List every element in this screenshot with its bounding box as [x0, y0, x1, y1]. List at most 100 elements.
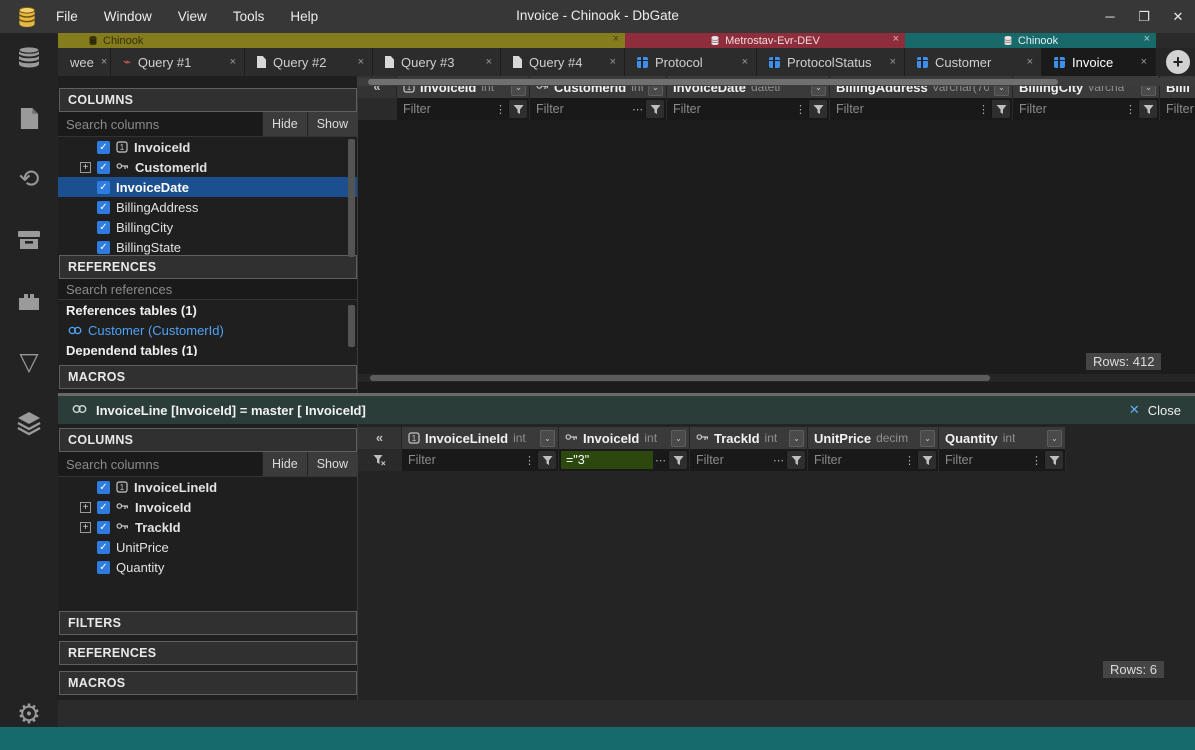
filter-menu-icon[interactable]: ⋮	[793, 103, 808, 116]
window-restore-button[interactable]: ❐	[1127, 0, 1161, 33]
cells-icon[interactable]	[14, 409, 44, 437]
expand-icon[interactable]: +	[80, 522, 91, 533]
filter-menu-icon[interactable]: ⋮	[1123, 103, 1138, 116]
columns-tree-scrollbar[interactable]	[348, 139, 355, 257]
detail-column-item-invoicelineid[interactable]: 1InvoiceLineId	[58, 477, 357, 497]
tab-protocolstatus[interactable]: ProtocolStatus×	[757, 48, 905, 76]
close-group-icon[interactable]: ×	[893, 33, 899, 45]
menu-view[interactable]: View	[178, 9, 207, 24]
window-minimize-button[interactable]: ─	[1093, 0, 1127, 33]
master-column-item-billingcity[interactable]: BillingCity	[58, 217, 357, 237]
invoice-filter-billi[interactable]	[1160, 98, 1195, 120]
grid-bottom-scrollbar[interactable]	[358, 374, 1195, 382]
macros-section-header[interactable]: MACROS	[59, 365, 357, 389]
show-columns-button[interactable]: Show	[307, 112, 357, 136]
database-icon[interactable]	[14, 43, 44, 71]
checkbox-checked-icon[interactable]	[97, 141, 110, 154]
filter-value[interactable]: ="3"	[561, 451, 653, 469]
expand-icon[interactable]: +	[80, 502, 91, 513]
detail-macros-section-header[interactable]: MACROS	[59, 671, 357, 695]
checkbox-checked-icon[interactable]	[97, 521, 110, 534]
detail-hide-columns-button[interactable]: Hide	[262, 452, 307, 476]
reference-customer-link[interactable]: Customer (CustomerId)	[58, 320, 357, 340]
menu-tools[interactable]: Tools	[233, 9, 265, 24]
files-icon[interactable]	[14, 104, 44, 132]
close-tab-icon[interactable]: ×	[610, 56, 616, 68]
tab-query-3[interactable]: Query #3×	[373, 48, 501, 76]
columns-section-header[interactable]: COLUMNS	[59, 88, 357, 112]
tab-wee[interactable]: wee×	[58, 48, 111, 76]
invoice-filter-customerid[interactable]: ⋯	[530, 98, 667, 120]
chevron-down-icon[interactable]: ⌄	[789, 430, 804, 447]
filters-section-header[interactable]: FILTERS	[59, 611, 357, 635]
filter-funnel-icon[interactable]	[991, 100, 1010, 118]
invoiceline-filter-invoiceid[interactable]: ="3"⋯	[559, 449, 690, 471]
connection-group-metrostav-evr-dev-1[interactable]: Metrostav-Evr-DEV×	[625, 33, 905, 48]
detail-search-columns-input[interactable]	[58, 452, 262, 476]
filter-menu-icon[interactable]: ⋯	[653, 454, 668, 467]
filter-input[interactable]	[808, 453, 902, 467]
tab-query-1[interactable]: ⌁Query #1×	[111, 48, 245, 76]
invoice-filter-invoiceid[interactable]: ⋮	[397, 98, 530, 120]
filter-input[interactable]	[1160, 102, 1195, 116]
filter-menu-icon[interactable]: ⋯	[630, 103, 645, 116]
detail-references-section-header[interactable]: REFERENCES	[59, 641, 357, 665]
invoiceline-collapse-columns-button[interactable]: «	[358, 427, 402, 449]
detail-columns-section-header[interactable]: COLUMNS	[59, 428, 357, 452]
checkbox-checked-icon[interactable]	[97, 181, 110, 194]
filter-input[interactable]	[530, 102, 630, 116]
references-scrollbar[interactable]	[348, 305, 355, 347]
invoiceline-column-header-invoicelineid[interactable]: 1InvoiceLineIdint⌄	[402, 427, 559, 449]
filter-funnel-icon[interactable]	[808, 100, 827, 118]
chevron-down-icon[interactable]: ⌄	[540, 430, 555, 447]
close-detail-button[interactable]: ✕ Close	[1129, 402, 1181, 418]
invoiceline-filter-corner[interactable]	[358, 449, 402, 471]
grid-top-scrollbar[interactable]	[358, 78, 1195, 86]
filter-funnel-icon[interactable]	[786, 451, 805, 469]
close-tab-icon[interactable]: ×	[486, 56, 492, 68]
close-tab-icon[interactable]: ×	[1141, 56, 1147, 68]
checkbox-checked-icon[interactable]	[97, 201, 110, 214]
detail-column-item-trackid[interactable]: +TrackId	[58, 517, 357, 537]
filter-funnel-icon[interactable]	[668, 451, 687, 469]
connection-group-chinook-2[interactable]: Chinook×	[905, 33, 1156, 48]
detail-column-item-invoiceid[interactable]: +InvoiceId	[58, 497, 357, 517]
close-tab-icon[interactable]: ×	[101, 56, 107, 68]
invoiceline-filter-unitprice[interactable]: ⋮	[808, 449, 939, 471]
detail-column-item-quantity[interactable]: Quantity	[58, 557, 357, 577]
invoiceline-column-header-invoiceid[interactable]: InvoiceIdint⌄	[559, 427, 690, 449]
new-tab-button[interactable]: +	[1166, 50, 1190, 74]
master-column-item-customerid[interactable]: +CustomerId	[58, 157, 357, 177]
checkbox-checked-icon[interactable]	[97, 241, 110, 254]
master-column-item-billingstate[interactable]: BillingState	[58, 237, 357, 255]
window-close-button[interactable]: ✕	[1161, 0, 1195, 33]
search-references-input[interactable]	[58, 279, 357, 299]
tab-protocol[interactable]: Protocol×	[625, 48, 757, 76]
checkbox-checked-icon[interactable]	[97, 561, 110, 574]
filter-funnel-icon[interactable]	[645, 100, 664, 118]
detail-column-item-unitprice[interactable]: UnitPrice	[58, 537, 357, 557]
tab-invoice[interactable]: Invoice×	[1042, 48, 1156, 76]
filter-input[interactable]	[939, 453, 1029, 467]
menu-help[interactable]: Help	[290, 9, 318, 24]
filter-menu-icon[interactable]: ⋮	[902, 454, 917, 467]
close-tab-icon[interactable]: ×	[742, 56, 748, 68]
chevron-down-icon[interactable]: ⌄	[1047, 430, 1062, 447]
checkbox-checked-icon[interactable]	[97, 501, 110, 514]
filter-funnel-icon[interactable]	[1044, 451, 1063, 469]
master-column-item-billingaddress[interactable]: BillingAddress	[58, 197, 357, 217]
filter-funnel-icon[interactable]	[537, 451, 556, 469]
archive-icon[interactable]	[14, 226, 44, 254]
history-icon[interactable]: ⟲	[14, 165, 44, 193]
menu-file[interactable]: File	[56, 9, 78, 24]
checkbox-checked-icon[interactable]	[97, 481, 110, 494]
filter-menu-icon[interactable]: ⋮	[1029, 454, 1044, 467]
checkbox-checked-icon[interactable]	[97, 161, 110, 174]
close-tab-icon[interactable]: ×	[1027, 56, 1033, 68]
plugins-icon[interactable]	[14, 287, 44, 315]
tab-customer[interactable]: Customer×	[905, 48, 1042, 76]
close-group-icon[interactable]: ×	[1144, 33, 1150, 45]
chevron-down-icon[interactable]: ⌄	[671, 430, 686, 447]
menu-window[interactable]: Window	[104, 9, 152, 24]
invoiceline-column-header-trackid[interactable]: TrackIdint⌄	[690, 427, 808, 449]
